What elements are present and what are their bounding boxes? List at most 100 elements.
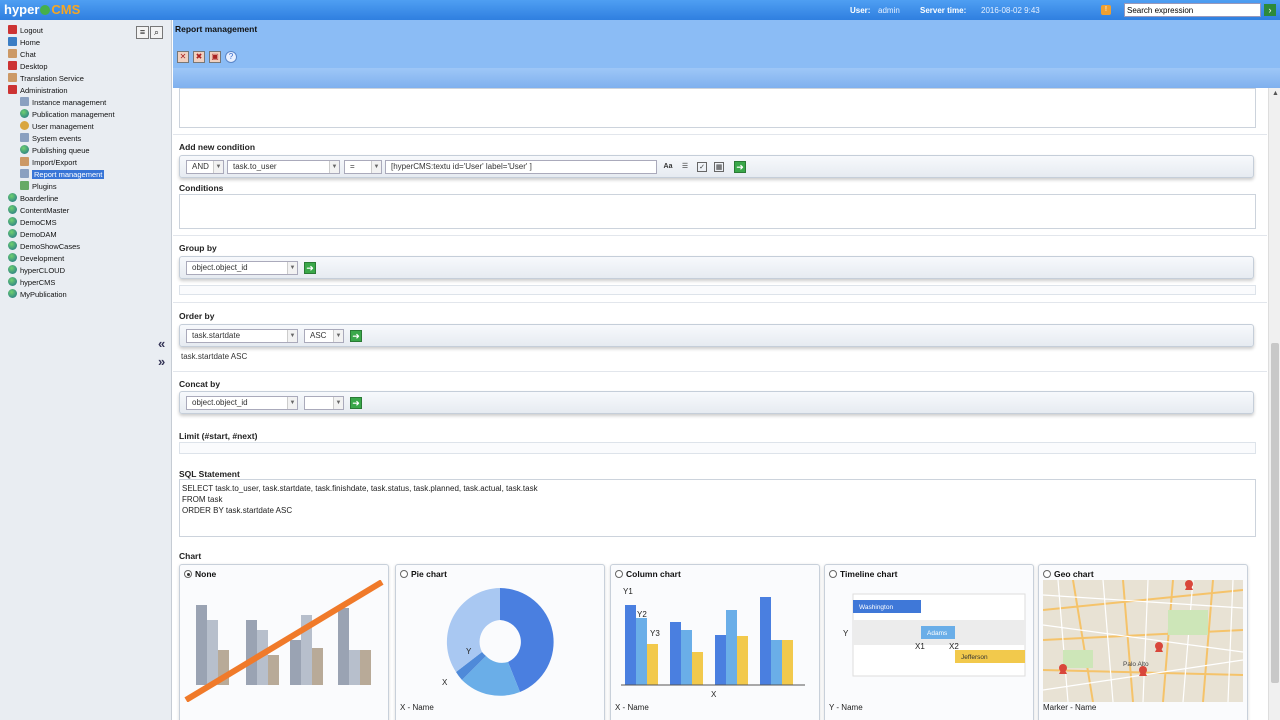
group-by-value[interactable] (179, 285, 1256, 295)
concat-second-select[interactable]: ▼ (304, 396, 344, 410)
save-icon[interactable]: ▣ (209, 51, 221, 63)
sql-statement-textarea[interactable]: SELECT task.to_user, task.startdate, tas… (179, 479, 1256, 537)
order-by-value[interactable]: task.startdate ASC (179, 352, 1256, 364)
sidebar-item-publication[interactable]: hyperCLOUD (2, 265, 134, 277)
sql-statement-text: SELECT task.to_user, task.startdate, tas… (182, 484, 538, 515)
add-group-by-button[interactable]: ➜ (304, 262, 316, 274)
order-by-select[interactable]: task.startdate ▼ (186, 329, 298, 343)
logic-select[interactable]: AND ▼ (186, 160, 224, 174)
concat-by-select[interactable]: object.object_id ▼ (186, 396, 298, 410)
checkbox-icon[interactable]: ✓ (697, 162, 707, 172)
user-label: User: (850, 6, 871, 15)
search-input[interactable] (1124, 3, 1261, 17)
sidebar-item-desktop[interactable]: Desktop (2, 61, 134, 73)
chart-timeline-radio[interactable] (829, 570, 837, 578)
column-x-label: X (711, 690, 717, 699)
chart-option-column[interactable]: Column chart Y1 Y2 Y3 X X - Name (610, 564, 820, 720)
sidebar-item-administration[interactable]: Administration (2, 85, 134, 97)
logout-icon (8, 25, 17, 34)
conditions-textarea[interactable] (179, 194, 1256, 229)
sidebar-item-system-events[interactable]: System events (2, 133, 134, 145)
add-order-by-button[interactable]: ➜ (350, 330, 362, 342)
close-icon[interactable]: ✕ (177, 51, 189, 63)
sidebar-item-publication[interactable]: ContentMaster (2, 205, 134, 217)
chart-option-title: Column chart (626, 569, 681, 579)
text-case-icon[interactable]: Aa (663, 162, 673, 172)
sidebar-item-publishing-queue[interactable]: Publishing queue (2, 145, 134, 157)
menu-icon[interactable]: ≡ (136, 26, 149, 39)
sidebar-item-report-management[interactable]: Report management (2, 169, 134, 181)
group-by-bar: object.object_id ▼ ➜ (179, 256, 1254, 279)
add-concat-by-button[interactable]: ➜ (350, 397, 362, 409)
chart-geo-radio[interactable] (1043, 570, 1051, 578)
scroll-up-icon[interactable]: ▲ (1272, 90, 1279, 97)
page-title: Report management (175, 24, 258, 34)
sidebar-item-publication[interactable]: Boarderline (2, 193, 134, 205)
table-icon[interactable]: ▦ (714, 162, 724, 172)
help-icon[interactable]: ? (225, 51, 237, 63)
chart-option-none[interactable]: None (179, 564, 389, 720)
timeline-row1-label: Washington (859, 604, 893, 611)
delete-icon[interactable]: ✖ (193, 51, 205, 63)
chart-pie-radio[interactable] (400, 570, 408, 578)
chart-none-radio[interactable] (184, 570, 192, 578)
chart-option-title: Geo chart (1054, 569, 1094, 579)
search-go-icon[interactable]: › (1264, 4, 1276, 16)
sidebar-item-publication[interactable]: DemoDAM (2, 229, 134, 241)
chart-option-pie[interactable]: Pie chart Y X X - Name (395, 564, 605, 720)
chart-column-radio[interactable] (615, 570, 623, 578)
header-stripe (173, 68, 1280, 88)
chart-option-timeline[interactable]: Timeline chart Washington Adams Jefferso… (824, 564, 1034, 720)
sidebar-item-import-export[interactable]: Import/Export (2, 157, 134, 169)
sidebar-item-instance-management[interactable]: Instance management (2, 97, 134, 109)
sidebar-item-publication[interactable]: MyPublication (2, 289, 134, 301)
search-icon[interactable]: ⌕ (150, 26, 163, 39)
globe-icon (8, 229, 17, 238)
pie-x-label: X (442, 678, 448, 687)
condition-field-select[interactable]: task.to_user ▼ (227, 160, 340, 174)
sidebar-item-translation-service[interactable]: Translation Service (2, 73, 134, 85)
group-by-select[interactable]: object.object_id ▼ (186, 261, 298, 275)
sidebar-item-publication[interactable]: Development (2, 253, 134, 265)
limit-input[interactable] (179, 442, 1256, 454)
sidebar-item-home[interactable]: Home (2, 37, 134, 49)
none-chart-preview (184, 580, 384, 702)
description-textarea[interactable] (179, 88, 1256, 128)
sidebar-item-user-management[interactable]: User management (2, 121, 134, 133)
translation-icon (8, 73, 17, 82)
timeline-x1-label: X1 (915, 642, 925, 651)
globe-icon (8, 265, 17, 274)
condition-value-input[interactable]: [hyperCMS:textu id='User' label='User' ] (385, 160, 657, 174)
globe-icon (8, 217, 17, 226)
column-y3-label: Y3 (650, 629, 660, 638)
sidebar-item-publication[interactable]: DemoShowCases (2, 241, 134, 253)
timeline-row3-label: Jefferson (961, 654, 988, 661)
notification-icon[interactable]: ! (1101, 5, 1111, 15)
conditions-label: Conditions (179, 183, 224, 193)
sidebar-item-publication[interactable]: hyperCMS (2, 277, 134, 289)
add-condition-button[interactable]: ➜ (734, 161, 746, 173)
collapse-left-icon[interactable]: « (158, 336, 165, 351)
sidebar-item-logout[interactable]: Logout (2, 25, 134, 37)
timeline-x2-label: X2 (949, 642, 959, 651)
hypercms-logo: hyper CMS (4, 2, 81, 17)
sidebar-item-chat[interactable]: Chat (2, 49, 134, 61)
concat-by-label: Concat by (179, 379, 221, 389)
events-icon (20, 133, 29, 142)
sidebar-item-plugins[interactable]: Plugins (2, 181, 134, 193)
sidebar-item-publication-management[interactable]: Publication management (2, 109, 134, 121)
column-y1-label: Y1 (623, 587, 633, 596)
content-scrollbar[interactable]: ▲ (1268, 88, 1280, 720)
operator-select[interactable]: = ▼ (344, 160, 382, 174)
server-time-value: 2016-08-02 9:43 (981, 6, 1040, 15)
sidebar-item-publication[interactable]: DemoCMS (2, 217, 134, 229)
report-editor: Add new condition AND ▼ task.to_user ▼ = ▼ … (173, 88, 1267, 720)
chart-option-geo[interactable]: Geo chart Palo Alto Marker - Name (1038, 564, 1248, 720)
list-icon[interactable]: ☰ (680, 162, 690, 172)
column-y2-label: Y2 (637, 610, 647, 619)
timeline-y-label: Y (843, 629, 849, 638)
order-direction-select[interactable]: ASC ▼ (304, 329, 344, 343)
scrollbar-thumb[interactable] (1271, 343, 1279, 683)
server-time-label: Server time: (920, 6, 967, 15)
expand-right-icon[interactable]: » (158, 354, 165, 369)
